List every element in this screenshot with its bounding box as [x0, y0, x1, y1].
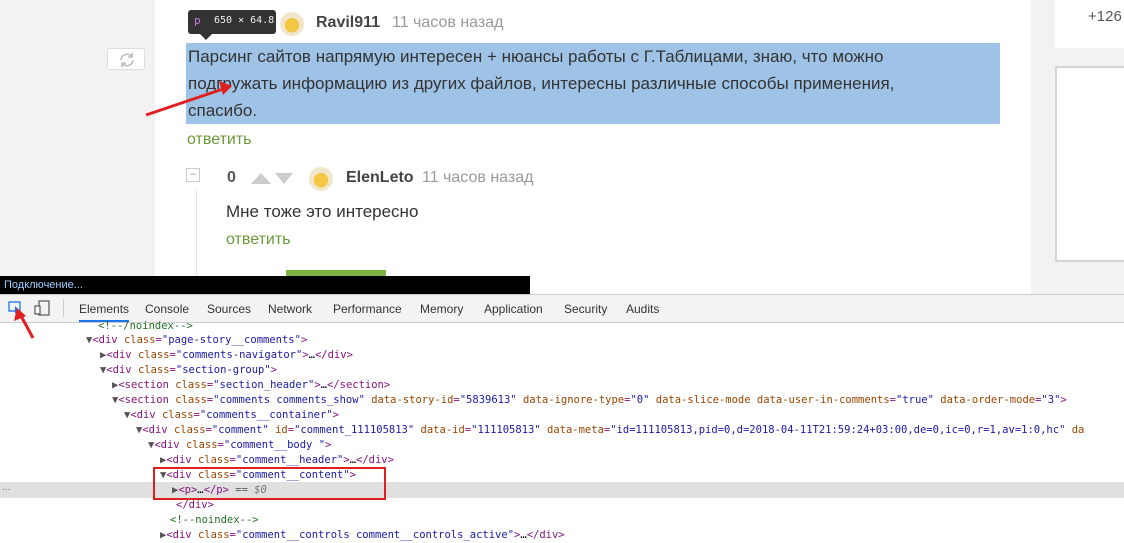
sidebar-card: +126	[1055, 0, 1124, 48]
page-viewport: +126 p 650 × 64.8 Ravil911 11 часов наза…	[0, 0, 1124, 294]
comment-text-line: Парсинг сайтов напрямую интересен + нюан…	[188, 47, 884, 66]
device-toggle-icon[interactable]	[34, 300, 50, 316]
annotation-box	[153, 467, 386, 500]
sidebar-count: +126	[1088, 8, 1122, 25]
dom-node[interactable]: ▼<div class="section-group">	[100, 363, 277, 378]
tab-console[interactable]: Console	[145, 295, 189, 322]
comment-username[interactable]: Ravil911	[316, 14, 380, 32]
toolbar-divider	[63, 299, 64, 317]
sidebar-box	[1055, 66, 1124, 262]
dom-node[interactable]: ▼<section class="comments comments_show"…	[112, 393, 1067, 408]
avatar[interactable]	[309, 167, 333, 191]
tab-network[interactable]: Network	[268, 295, 312, 322]
reply-link[interactable]: ответить	[226, 231, 291, 249]
inspect-tooltip: p 650 × 64.8	[188, 10, 276, 34]
comment-text: Мне тоже это интересно	[226, 202, 419, 221]
tab-security[interactable]: Security	[564, 295, 607, 322]
refresh-icon	[120, 53, 134, 67]
tab-performance[interactable]: Performance	[333, 295, 402, 322]
tab-memory[interactable]: Memory	[420, 295, 463, 322]
inspect-icon[interactable]	[8, 301, 22, 314]
dom-node[interactable]: <!--/noindex-->	[98, 319, 193, 334]
dom-node[interactable]: ▼<div class="page-story__comments">	[86, 333, 307, 348]
collapse-button[interactable]: −	[186, 168, 200, 182]
tooltip-arrow	[200, 34, 212, 40]
refresh-button[interactable]	[107, 48, 145, 70]
tooltip-dimensions: 650 × 64.8	[214, 15, 275, 26]
comment-username[interactable]: ElenLeto	[346, 169, 414, 187]
dom-node[interactable]: <!--noindex-->	[170, 513, 259, 528]
reply-link[interactable]: ответить	[187, 131, 252, 149]
comment-text-line: спасибо.	[188, 101, 258, 120]
dom-node[interactable]: ▼<div class="comment__body ">	[148, 438, 331, 453]
tab-application[interactable]: Application	[484, 295, 543, 322]
rating-value: 0	[227, 169, 236, 186]
dom-node[interactable]: ▶<div class="comment__controls comment__…	[160, 528, 565, 543]
connection-status: Подключение...	[0, 276, 530, 294]
dom-node[interactable]: ▶<div class="comments-navigator">…</div>	[100, 348, 353, 363]
dom-node[interactable]: ▼<div class="comments__container">	[124, 408, 339, 423]
tab-audits[interactable]: Audits	[626, 295, 659, 322]
comment-time[interactable]: 11 часов назад	[422, 169, 533, 187]
comment-text-line: подгружать информацию из других файлов, …	[188, 74, 895, 93]
avatar[interactable]	[280, 12, 304, 36]
dom-node[interactable]: ▶<div class="comment__header">…</div>	[160, 453, 394, 468]
tab-sources[interactable]: Sources	[207, 295, 251, 322]
tooltip-tag: p	[194, 14, 201, 27]
dom-node[interactable]: ▶<section class="section_header">…</sect…	[112, 378, 390, 393]
comment-time[interactable]: 11 часов назад	[392, 14, 503, 32]
dom-node[interactable]: ▼<div class="comment" id="comment_111105…	[136, 423, 1084, 438]
tab-elements[interactable]: Elements	[79, 295, 130, 322]
dom-node[interactable]: </div>	[176, 498, 214, 513]
row-ellipsis: ...	[2, 482, 11, 493]
